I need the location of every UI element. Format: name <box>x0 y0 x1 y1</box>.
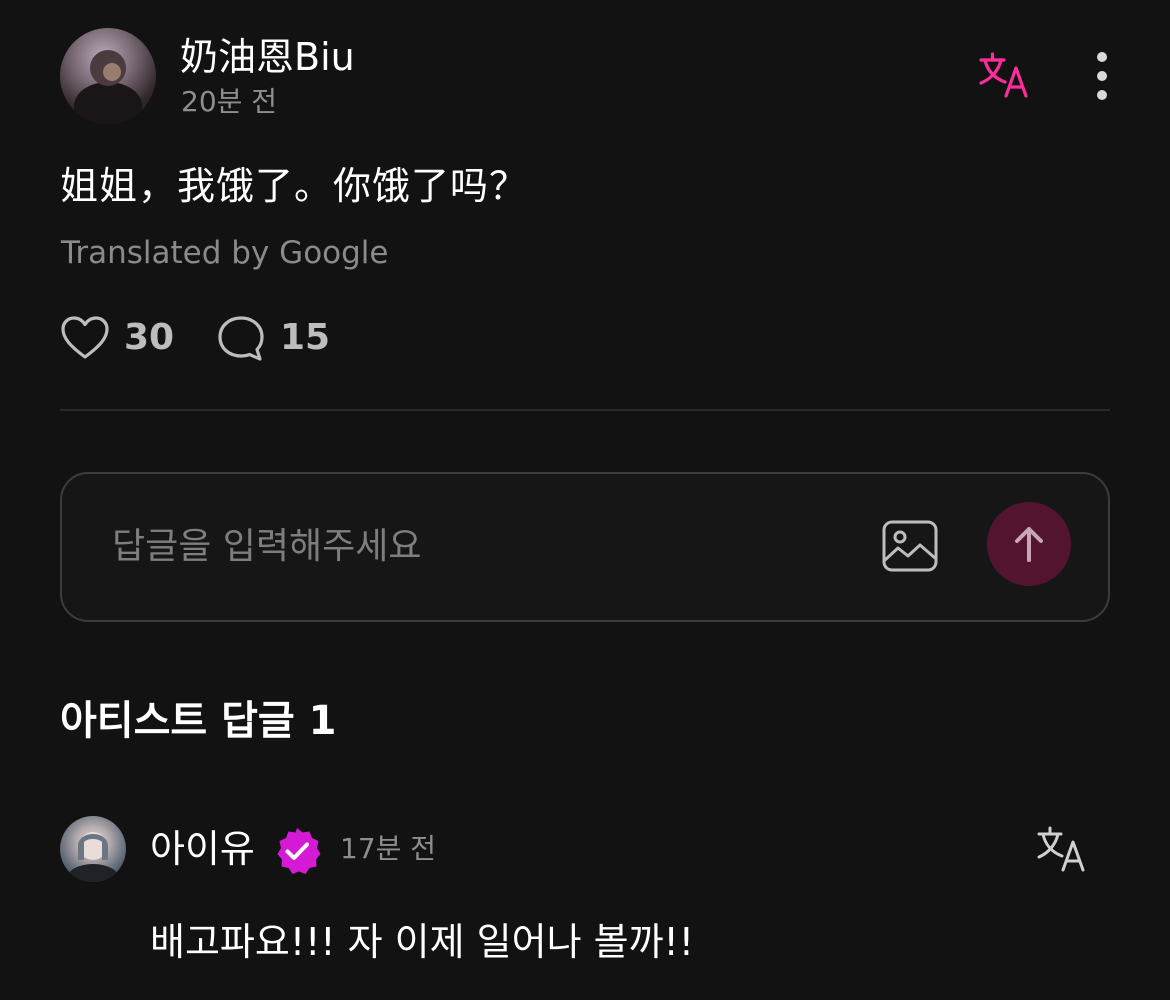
post-timestamp: 20분 전 <box>181 85 278 118</box>
translation-attribution: Translated by Google <box>61 235 389 271</box>
artist-avatar[interactable] <box>60 816 126 882</box>
translate-icon <box>979 52 1028 98</box>
divider <box>60 409 1110 411</box>
like-button[interactable]: 30 <box>60 312 174 364</box>
comment-bubble-icon <box>218 316 264 361</box>
verified-badge <box>272 826 322 876</box>
author-name[interactable]: 奶油恩Biu <box>180 33 355 81</box>
reply-composer <box>60 472 1110 622</box>
artist-reply-body: 배고파요!!! 자 이제 일어나 볼까!! <box>150 920 695 964</box>
reply-timestamp: 17분 전 <box>340 832 437 865</box>
arrow-up-icon <box>1015 527 1043 562</box>
translate-button[interactable] <box>978 50 1034 102</box>
verified-check-icon <box>277 828 321 874</box>
post-body: 姐姐，我饿了。你饿了吗？ <box>60 164 529 208</box>
more-options-button[interactable] <box>1080 48 1124 104</box>
comment-button[interactable]: 15 <box>216 312 330 364</box>
comment-count: 15 <box>280 317 331 358</box>
attach-image-button[interactable] <box>880 518 940 574</box>
reply-translate-button[interactable] <box>1036 824 1090 876</box>
reply-input[interactable] <box>112 518 852 574</box>
heart-icon <box>61 316 109 359</box>
artist-name[interactable]: 아이유 <box>150 824 255 874</box>
like-count: 30 <box>124 317 175 358</box>
more-vertical-icon <box>1097 52 1107 100</box>
image-icon <box>882 520 938 572</box>
author-avatar[interactable] <box>60 28 156 124</box>
translate-icon <box>1037 826 1085 872</box>
artist-replies-title: 아티스트 답글 1 <box>60 698 337 744</box>
send-button[interactable] <box>987 502 1071 586</box>
